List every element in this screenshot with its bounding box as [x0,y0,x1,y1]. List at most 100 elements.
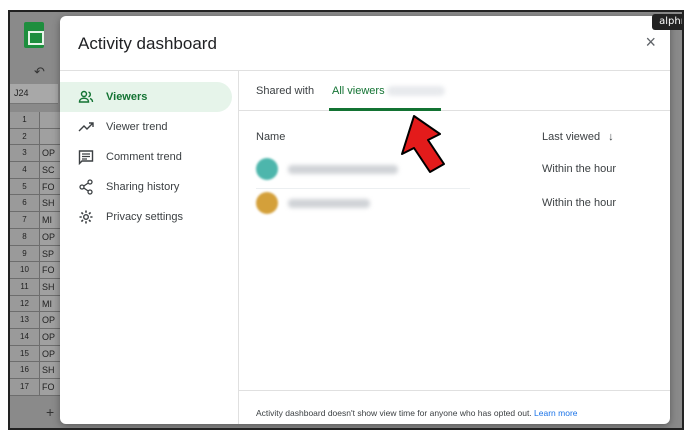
sheet-cell[interactable]: FO [40,262,60,278]
redacted-name [288,199,370,208]
nav-item-comment-trend[interactable]: Comment trend [60,142,232,172]
dialog-title: Activity dashboard [78,34,217,53]
sheet-row[interactable]: 11 SH [10,278,60,296]
active-tab-indicator [329,108,441,111]
sheet-cell[interactable]: MI [40,212,60,228]
row-divider [256,188,470,189]
sheet-row[interactable]: 13 OP [10,312,60,329]
redacted-count [386,86,445,97]
gear-icon [78,209,94,225]
sheet-row[interactable]: 1 [10,112,60,129]
sheet-row[interactable]: 12 MI [10,295,60,313]
viewer-tabs: Shared with All viewers [239,71,670,111]
tab-shared-with[interactable]: Shared with [256,85,314,97]
sheet-cell[interactable]: OP [40,145,60,162]
people-icon [78,89,94,105]
sheet-row[interactable]: 17 FO [10,379,60,396]
sheet-cell[interactable]: SC [40,162,60,178]
sheet-cell[interactable]: FO [40,379,60,395]
learn-more-link[interactable]: Learn more [534,408,577,418]
row-number[interactable]: 16 [10,362,40,378]
sheet-row[interactable]: 8 OP [10,228,60,246]
nav-item-label: Viewers [106,91,148,103]
footer-divider [239,390,670,391]
sheet-row[interactable]: 4 SC [10,162,60,179]
sheet-cell[interactable]: SH [40,362,60,378]
nav-item-viewers[interactable]: Viewers [60,82,232,112]
sheet-cell[interactable] [40,112,60,128]
activity-dashboard-dialog: Activity dashboard × Viewers Viewer tren… [60,16,670,424]
row-number[interactable]: 3 [10,145,40,162]
sheet-row[interactable]: 9 SP [10,245,60,263]
sheet-cell[interactable] [40,128,60,145]
row-number[interactable]: 7 [10,212,40,228]
row-number[interactable]: 15 [10,345,40,362]
cell-reference[interactable]: J24 [10,84,58,104]
red-pointer-arrow-icon [401,115,445,173]
screenshot-frame: ↶ J24 1 2 3 OP 4 SC 5 FO 6 SH 7 MI 8 OP 9 SP 10 FO 11 SH 12 M… [8,10,684,430]
sheet-cell[interactable]: SH [40,195,60,212]
row-number[interactable]: 8 [10,228,40,245]
trend-icon [78,119,94,135]
row-number[interactable]: 1 [10,112,40,128]
tab-all-viewers[interactable]: All viewers [332,85,445,97]
nav-item-label: Viewer trend [106,121,168,133]
column-header-last-viewed[interactable]: Last viewed ↓ [542,131,614,143]
nav-item-sharing-history[interactable]: Sharing history [60,172,232,202]
avatar [256,192,278,214]
undo-icon[interactable]: ↶ [34,64,45,80]
row-number[interactable]: 13 [10,312,40,328]
close-icon[interactable]: × [645,32,656,53]
sheet-row[interactable]: 5 FO [10,178,60,196]
row-number[interactable]: 10 [10,262,40,278]
viewer-row: Within the hour [256,192,656,222]
sheet-cell[interactable]: OP [40,328,60,345]
column-header-name[interactable]: Name [256,131,285,143]
row-number[interactable]: 2 [10,128,40,145]
sheet-cell[interactable]: SH [40,278,60,295]
sheet-cell[interactable]: OP [40,228,60,245]
sort-arrow-icon[interactable]: ↓ [608,131,614,143]
nav-item-label: Privacy settings [106,211,184,223]
sheet-cell[interactable]: OP [40,345,60,362]
row-number[interactable]: 5 [10,178,40,195]
comment-icon [78,149,94,165]
sheet-row[interactable]: 6 SH [10,195,60,213]
column-header-label: Last viewed [542,131,601,143]
nav-item-viewer-trend[interactable]: Viewer trend [60,112,232,142]
sheet-cell[interactable]: SP [40,245,60,262]
dashboard-nav: Viewers Viewer trend Comment trend Shari… [60,71,238,424]
sheet-cell[interactable]: MI [40,295,60,312]
tab-label: All viewers [332,85,385,97]
share-icon [78,179,94,195]
add-sheet-button[interactable]: + [46,404,54,420]
row-number[interactable]: 9 [10,245,40,262]
row-number[interactable]: 4 [10,162,40,178]
footer-note: Activity dashboard doesn't show view tim… [256,408,578,418]
row-number[interactable]: 6 [10,195,40,212]
watermark-logo: alphr [652,14,682,30]
sheet-row[interactable]: 10 FO [10,262,60,279]
row-list: 1 2 3 OP 4 SC 5 FO 6 SH 7 MI 8 OP 9 SP 10 FO 11 SH 12 MI 13 OP 1… [10,112,60,396]
sheet-cell[interactable]: FO [40,178,60,195]
last-viewed-value: Within the hour [542,163,616,175]
nav-item-privacy-settings[interactable]: Privacy settings [60,202,232,232]
row-number[interactable]: 11 [10,278,40,295]
nav-divider [238,71,239,424]
footer-text: Activity dashboard doesn't show view tim… [256,408,532,418]
row-number[interactable]: 12 [10,295,40,312]
sheet-cell[interactable]: OP [40,312,60,328]
sheet-row[interactable]: 7 MI [10,212,60,229]
nav-item-label: Comment trend [106,151,182,163]
row-number[interactable]: 14 [10,328,40,345]
sheet-row[interactable]: 2 [10,128,60,146]
sheets-logo-icon[interactable] [24,22,44,48]
row-number[interactable]: 17 [10,379,40,395]
nav-item-label: Sharing history [106,181,180,193]
redacted-name [288,165,398,174]
sheet-row[interactable]: 14 OP [10,328,60,346]
sheet-row[interactable]: 15 OP [10,345,60,363]
sheet-row[interactable]: 3 OP [10,145,60,163]
sheet-row[interactable]: 16 SH [10,362,60,379]
last-viewed-value: Within the hour [542,197,616,209]
